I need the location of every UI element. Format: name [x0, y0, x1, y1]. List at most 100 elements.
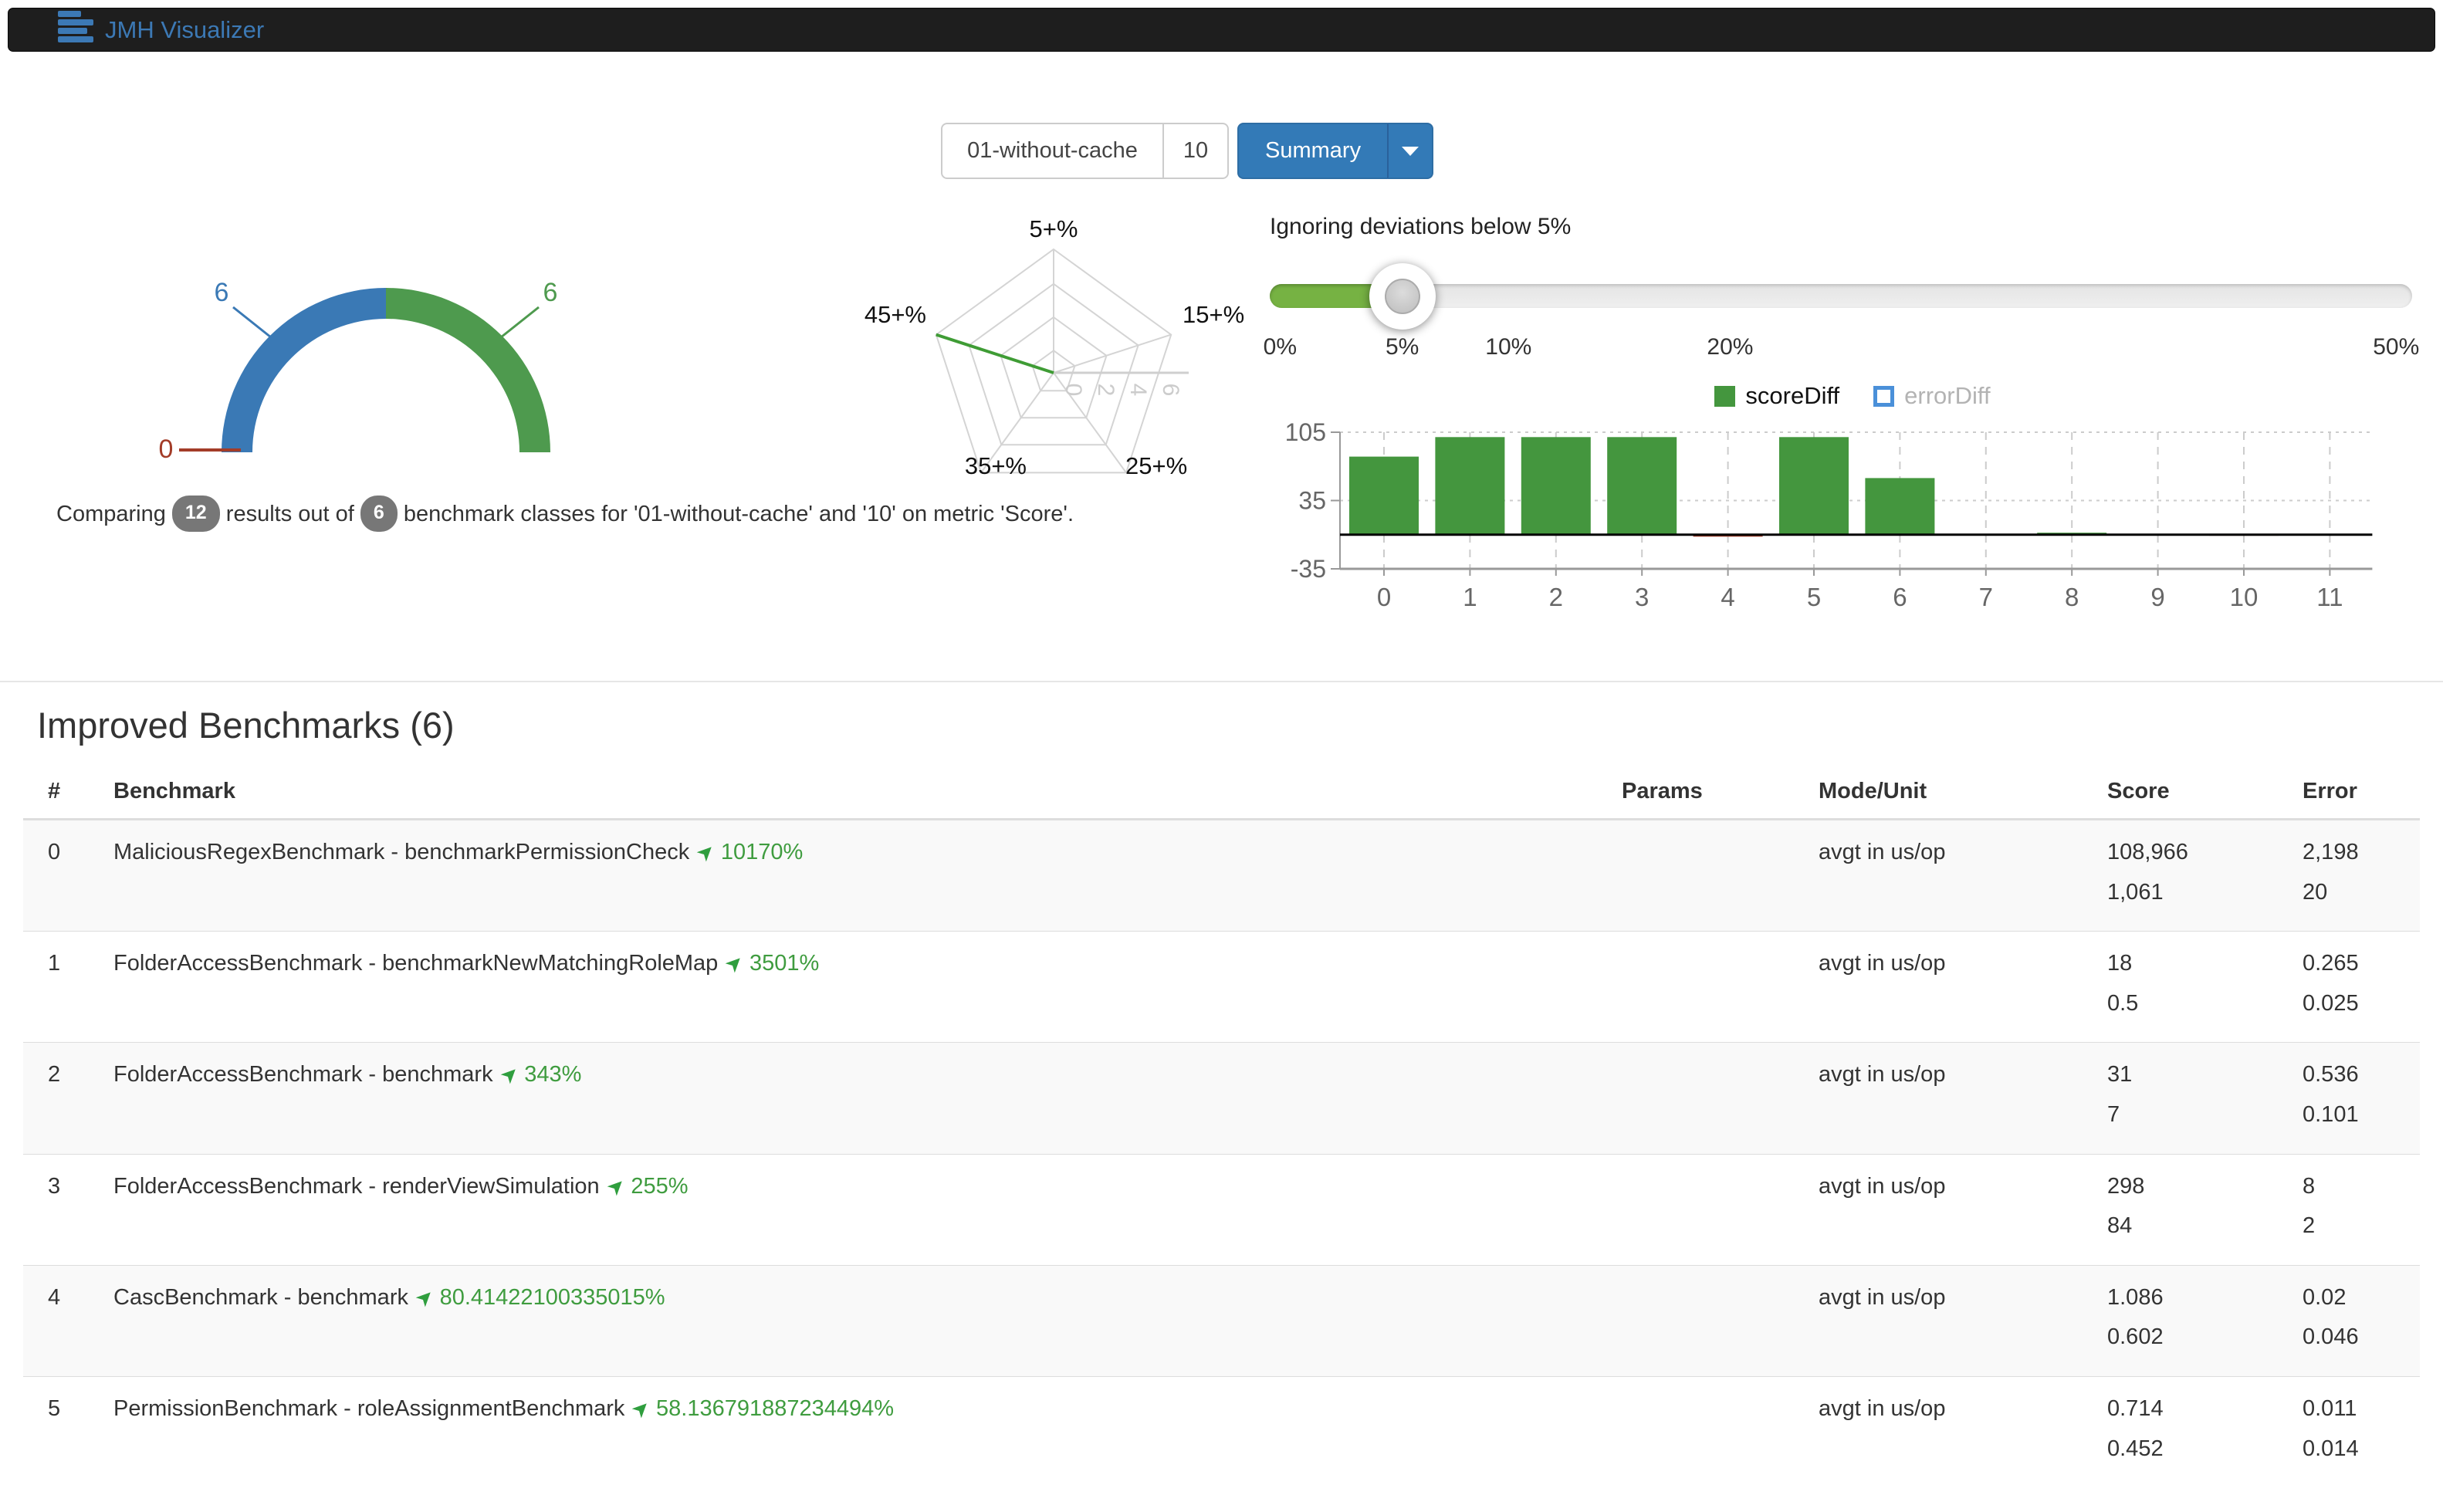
- row-index: 1: [48, 951, 61, 976]
- row-index: 5: [48, 1396, 61, 1422]
- svg-text:6: 6: [543, 278, 558, 307]
- row-error: 0.02 0.046: [2303, 1284, 2359, 1350]
- improved-benchmarks-title: Improved Benchmarks (6): [37, 705, 455, 746]
- comparison-run-field[interactable]: 10: [1162, 124, 1227, 178]
- row-params: [1609, 1043, 1806, 1154]
- svg-text:11: 11: [2316, 583, 2343, 611]
- row-mode-unit: avgt in us/op: [1819, 1396, 1946, 1422]
- row-mode-unit: avgt in us/op: [1819, 1284, 1946, 1310]
- baseline-run-field[interactable]: 01-without-cache: [942, 124, 1162, 178]
- row-mode-unit: avgt in us/op: [1819, 1062, 1946, 1087]
- benchmark-name: PermissionBenchmark - roleAssignmentBenc…: [113, 1396, 625, 1422]
- svg-text:5: 5: [1807, 583, 1821, 611]
- benchmark-name: MaliciousRegexBenchmark - benchmarkPermi…: [113, 840, 690, 864]
- row-benchmark: MaliciousRegexBenchmark - benchmarkPermi…: [89, 820, 1609, 932]
- change-percent: 255%: [631, 1173, 689, 1199]
- score-diff-bar-chart[interactable]: 0 1 2 3 4 5 6 7 8 9 10 11 105 35 -35: [1281, 417, 2424, 617]
- benchmark-row[interactable]: 1 FolderAccessBenchmark - benchmarkNewMat…: [23, 931, 2420, 1043]
- change-percent: 10170%: [720, 840, 804, 864]
- svg-text:35: 35: [1298, 487, 1326, 515]
- row-mode-unit: avgt in us/op: [1819, 951, 1946, 976]
- benchmark-row[interactable]: 5 PermissionBenchmark - roleAssignmentBen…: [23, 1376, 2420, 1488]
- benchmark-row[interactable]: 0 MaliciousRegexBenchmark - benchmarkPerm…: [23, 819, 2420, 932]
- column-header-index: #: [23, 773, 89, 820]
- legend-swatch-icon: [1714, 385, 1736, 407]
- slider-track[interactable]: [1270, 262, 2412, 330]
- svg-text:1: 1: [1463, 583, 1477, 611]
- view-dropdown-toggle[interactable]: [1387, 123, 1434, 179]
- trend-up-icon: ➤: [410, 1283, 439, 1312]
- svg-text:0: 0: [1061, 384, 1086, 397]
- legend-item-scoreDiff[interactable]: scoreDiff: [1714, 382, 1839, 410]
- comparison-gauge-chart[interactable]: 6 6 0: [54, 239, 718, 486]
- legend-item-errorDiff[interactable]: errorDiff: [1873, 382, 1991, 410]
- trend-up-icon: ➤: [601, 1172, 631, 1201]
- svg-text:-35: -35: [1291, 555, 1326, 583]
- svg-text:2: 2: [1093, 384, 1118, 397]
- table-header-row: # Benchmark Params Mode/Unit Score Error: [23, 773, 2420, 820]
- row-params: [1609, 820, 1806, 932]
- summary-view-button[interactable]: Summary: [1237, 123, 1388, 179]
- legend-series-label: errorDiff: [1904, 382, 1991, 409]
- column-header-mode-unit: Mode/Unit: [1806, 773, 2095, 820]
- summary-dashboard: 01-without-cache 10 Summary 660 Comparin…: [0, 52, 2443, 681]
- column-header-score: Score: [2095, 773, 2290, 820]
- svg-text:7: 7: [1979, 583, 1993, 611]
- row-score: 108,966 1,061: [2107, 840, 2188, 905]
- benchmark-row[interactable]: 4 CascBenchmark - benchmark➤80.4142210033…: [23, 1265, 2420, 1377]
- row-score: 0.714 0.452: [2107, 1396, 2164, 1461]
- row-benchmark: PermissionBenchmark - roleAssignmentBenc…: [89, 1377, 1609, 1488]
- column-header-benchmark: Benchmark: [89, 773, 1609, 820]
- svg-text:5+%: 5+%: [1030, 215, 1078, 242]
- svg-text:10: 10: [2230, 583, 2259, 611]
- change-percent: 58.136791887234494%: [656, 1396, 895, 1422]
- classes-count-badge: 6: [360, 496, 398, 532]
- svg-text:9: 9: [2150, 583, 2164, 611]
- svg-text:105: 105: [1285, 418, 1326, 446]
- deviation-radar-chart[interactable]: 0 2 4 6 5+% 15+% 25+% 35+% 45+%: [834, 207, 1281, 546]
- menu-list-icon[interactable]: [58, 11, 93, 49]
- caption-prefix: Comparing: [56, 502, 166, 526]
- improved-benchmarks-table: # Benchmark Params Mode/Unit Score Error…: [23, 773, 2420, 1487]
- results-count-badge: 12: [171, 496, 220, 532]
- svg-text:15+%: 15+%: [1183, 301, 1244, 328]
- trend-up-icon: ➤: [720, 949, 749, 978]
- row-index: 2: [48, 1062, 61, 1087]
- deviation-slider-section: Ignoring deviations below 5% 0% 5% 10% 20% 5…: [1264, 214, 2420, 364]
- legend-swatch-icon: [1873, 385, 1895, 407]
- svg-text:2: 2: [1549, 583, 1563, 611]
- bar-chart-legend: scoreDiff errorDiff: [1281, 382, 2424, 410]
- slider-handle-grip: [1384, 278, 1420, 314]
- top-navbar: JMH Visualizer: [8, 8, 2435, 52]
- svg-text:8: 8: [2065, 583, 2079, 611]
- svg-text:0: 0: [1377, 583, 1391, 611]
- row-error: 82: [2303, 1173, 2316, 1239]
- svg-text:6: 6: [1893, 583, 1907, 611]
- row-params: [1609, 1377, 1806, 1488]
- slider-tick-label: 50%: [2373, 334, 2420, 360]
- row-benchmark: FolderAccessBenchmark - renderViewSimula…: [89, 1154, 1609, 1265]
- row-score: 31 7: [2107, 1062, 2133, 1128]
- slider-tick-label: 0%: [1263, 334, 1297, 360]
- svg-text:6: 6: [215, 278, 229, 307]
- benchmark-row[interactable]: 2 FolderAccessBenchmark - benchmark➤343% a…: [23, 1042, 2420, 1155]
- svg-text:25+%: 25+%: [1125, 452, 1187, 479]
- slider-handle[interactable]: [1369, 262, 1436, 330]
- brand-link[interactable]: JMH Visualizer: [58, 11, 264, 49]
- benchmark-name: FolderAccessBenchmark - benchmark: [113, 1062, 493, 1087]
- row-benchmark: CascBenchmark - benchmark➤80.41422100335…: [89, 1265, 1609, 1376]
- svg-text:4: 4: [1721, 583, 1734, 611]
- svg-text:6: 6: [1158, 384, 1183, 397]
- section-divider: [0, 681, 2443, 682]
- slider-title: Ignoring deviations below 5%: [1270, 214, 1572, 239]
- svg-text:4: 4: [1125, 384, 1151, 397]
- row-score: 1.086 0.602: [2107, 1284, 2164, 1350]
- row-benchmark: FolderAccessBenchmark - benchmark➤343%: [89, 1043, 1609, 1154]
- svg-text:45+%: 45+%: [865, 301, 926, 328]
- row-params: [1609, 1154, 1806, 1265]
- trend-up-icon: ➤: [627, 1394, 656, 1423]
- row-mode-unit: avgt in us/op: [1819, 840, 1946, 864]
- column-header-error: Error: [2290, 773, 2420, 820]
- slider-tick-labels: 0% 5% 10% 20% 50%: [1264, 334, 2420, 364]
- benchmark-row[interactable]: 3 FolderAccessBenchmark - renderViewSimul…: [23, 1154, 2420, 1265]
